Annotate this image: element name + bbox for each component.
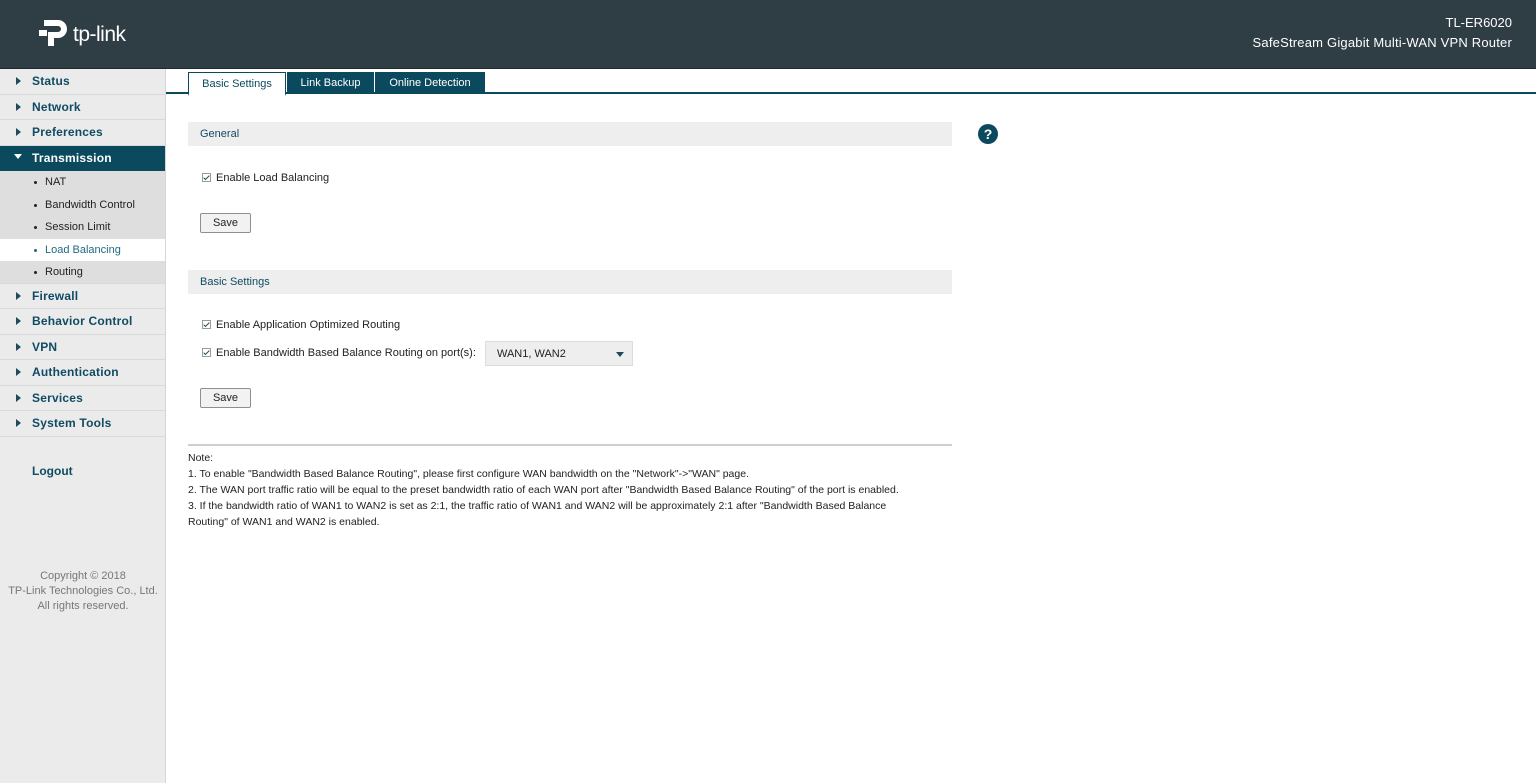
basic-save-button[interactable]: Save: [200, 388, 251, 408]
note-title: Note:: [188, 452, 214, 464]
sidebar-item-transmission[interactable]: Transmission: [0, 145, 165, 171]
sidebar-item-status[interactable]: Status: [0, 69, 165, 95]
sidebar-item-network[interactable]: Network: [0, 95, 165, 120]
sidebar-item-label: Authentication: [32, 365, 119, 379]
sidebar-item-label: Services: [32, 390, 83, 405]
bullet-icon: [34, 203, 37, 207]
sidebar-item-label: Transmission: [32, 150, 112, 165]
note-line: 1. To enable "Bandwidth Based Balance Ro…: [188, 468, 749, 480]
bullet-icon: [34, 226, 37, 229]
logout-link[interactable]: Logout: [32, 464, 73, 478]
caret-right-icon: [16, 77, 21, 85]
sidebar-subitem-label: Load Balancing: [45, 243, 121, 256]
help-icon[interactable]: ?: [978, 124, 998, 144]
sidebar-subitem-bandwidth-control[interactable]: Bandwidth Control: [0, 193, 165, 216]
sidebar-subitem-label: Bandwidth Control: [45, 198, 135, 211]
caret-right-icon: [16, 342, 21, 351]
general-save-button[interactable]: Save: [200, 213, 251, 233]
tab-online-detection[interactable]: Online Detection: [375, 72, 485, 94]
enable-load-balancing-label: Enable Load Balancing: [216, 172, 330, 184]
sidebar-subitem-load-balancing[interactable]: Load Balancing: [0, 238, 165, 261]
copyright-line: All rights reserved.: [37, 600, 129, 612]
sidebar-item-authentication[interactable]: Authentication: [0, 360, 165, 386]
sidebar-item-system-tools[interactable]: System Tools: [0, 411, 165, 437]
caret-right-icon: [16, 317, 21, 325]
checkmark-icon: [203, 320, 210, 328]
tab-bar: Basic Settings Link Backup Online Detect…: [166, 69, 1536, 96]
caret-down-icon: [14, 153, 22, 159]
sidebar-item-behavior-control[interactable]: Behavior Control: [0, 309, 165, 335]
bullet-icon: [34, 271, 37, 274]
note-line: Routing" of WAN1 and WAN2 is enabled.: [188, 516, 380, 528]
tab-basic-settings[interactable]: Basic Settings: [188, 72, 286, 96]
tab-link-backup[interactable]: Link Backup: [287, 72, 374, 94]
caret-right-icon: [16, 102, 21, 111]
sidebar-item-label: System Tools: [32, 416, 112, 430]
sidebar-item-label: VPN: [32, 339, 58, 354]
note-line: 2. The WAN port traffic ratio will be eq…: [188, 484, 899, 496]
copyright-line: Copyright © 2018: [40, 570, 126, 582]
divider: [188, 444, 952, 446]
sidebar: Status Network Preferences Transmission …: [0, 69, 166, 783]
bullet-icon: [34, 248, 37, 252]
product-name: SafeStream Gigabit Multi-WAN VPN Router: [1252, 35, 1512, 50]
tp-link-logo: tp-link: [38, 16, 138, 52]
caret-right-icon: [16, 419, 21, 427]
sidebar-item-label: Preferences: [32, 125, 103, 139]
note-line: 3. If the bandwidth ratio of WAN1 to WAN…: [188, 500, 887, 512]
enable-load-balancing-checkbox[interactable]: [202, 173, 211, 182]
logo-text: tp-link: [73, 23, 126, 46]
model-name: TL-ER6020: [1445, 15, 1512, 30]
sidebar-subitem-routing[interactable]: Routing: [0, 261, 165, 284]
enable-app-optimized-routing-label: Enable Application Optimized Routing: [216, 319, 401, 331]
enable-app-optimized-routing-checkbox[interactable]: [202, 320, 211, 329]
section-title: Basic Settings: [200, 276, 270, 288]
basic-settings-section-header: Basic Settings: [188, 270, 952, 294]
copyright-line: TP-Link Technologies Co., Ltd.: [8, 585, 158, 597]
chevron-down-icon: [616, 352, 624, 357]
tp-link-logo-icon: [39, 20, 67, 46]
checkmark-icon: [203, 173, 210, 181]
sidebar-item-label: Behavior Control: [32, 314, 133, 328]
sidebar-item-label: Firewall: [32, 288, 79, 303]
caret-right-icon: [16, 393, 21, 402]
sidebar-item-preferences[interactable]: Preferences: [0, 120, 165, 146]
wan-ports-select[interactable]: WAN1, WAN2: [485, 341, 633, 366]
sidebar-subitem-session-limit[interactable]: Session Limit: [0, 216, 165, 239]
section-title: General: [200, 128, 240, 140]
sidebar-item-vpn[interactable]: VPN: [0, 335, 165, 360]
checkmark-icon: [203, 348, 210, 356]
sidebar-subitem-label: Session Limit: [45, 221, 111, 233]
copyright-text: Copyright © 2018 TP-Link Technologies Co…: [0, 569, 166, 614]
caret-right-icon: [16, 291, 21, 300]
sidebar-item-services[interactable]: Services: [0, 386, 165, 411]
sidebar-item-firewall[interactable]: Firewall: [0, 284, 165, 309]
sidebar-item-label: Network: [32, 99, 81, 114]
header-bar: tp-link TL-ER6020 SafeStream Gigabit Mul…: [0, 0, 1536, 69]
sidebar-item-label: Status: [32, 74, 70, 88]
caret-right-icon: [16, 368, 21, 376]
caret-right-icon: [16, 128, 21, 136]
enable-bandwidth-routing-checkbox[interactable]: [202, 348, 211, 357]
general-section-header: General: [188, 122, 952, 146]
select-value: WAN1, WAN2: [497, 348, 566, 360]
bullet-icon: [34, 181, 37, 184]
sidebar-subitem-label: Routing: [45, 266, 83, 278]
sidebar-subitem-label: NAT: [45, 176, 67, 188]
sidebar-subitem-nat[interactable]: NAT: [0, 171, 165, 194]
enable-bandwidth-routing-label: Enable Bandwidth Based Balance Routing o…: [216, 347, 476, 359]
